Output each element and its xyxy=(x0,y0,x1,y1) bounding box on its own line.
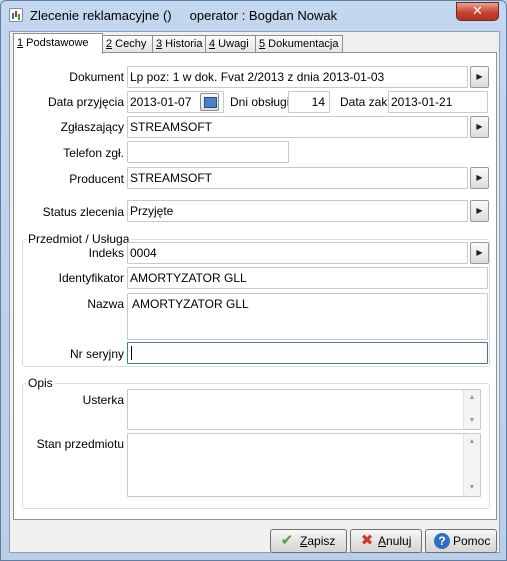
zapisz-rest: apisz xyxy=(307,534,336,548)
usterka-scrollbar[interactable]: ▲ ▼ xyxy=(463,390,480,429)
question-icon: ? xyxy=(434,533,450,549)
stan-przedmiotu-scrollbar[interactable]: ▲ ▼ xyxy=(463,434,480,496)
tab-cechy[interactable]: 2 Cechy xyxy=(102,35,153,53)
app-chart-icon xyxy=(9,8,23,22)
data-zak-label: Data zak. xyxy=(340,95,391,109)
arrow-right-icon: ▶ xyxy=(476,206,483,215)
tab-uwagi[interactable]: 4 Uwagi xyxy=(205,35,256,53)
indeks-label: Indeks xyxy=(88,246,124,260)
pomoc-button[interactable]: ? Pomoc xyxy=(425,529,497,553)
dni-obslugi-field[interactable]: 14 xyxy=(288,91,330,113)
x-icon: ✖ xyxy=(360,532,374,549)
arrow-right-icon: ▶ xyxy=(476,248,483,257)
zglaszajacy-lookup-button[interactable]: ▶ xyxy=(470,116,489,138)
tab-label: Podstawowe xyxy=(23,37,89,49)
producent-lookup-button[interactable]: ▶ xyxy=(470,167,489,189)
nazwa-text: AMORTYZATOR GLL xyxy=(132,297,249,311)
dialog-window: Zlecenie reklamacyjne () operator : Bogd… xyxy=(0,0,507,561)
arrow-right-icon: ▶ xyxy=(476,122,483,131)
usterka-label: Usterka xyxy=(82,393,124,407)
arrow-right-icon: ▶ xyxy=(476,72,483,81)
close-button[interactable]: ✕ xyxy=(456,2,499,21)
arrow-right-icon: ▶ xyxy=(476,173,483,182)
stan-przedmiotu-label: Stan przedmiotu xyxy=(36,437,124,451)
nr-seryjny-field[interactable] xyxy=(127,342,488,364)
identyfikator-field[interactable]: AMORTYZATOR GLL xyxy=(127,267,488,289)
anuluj-rest: nuluj xyxy=(386,534,412,548)
dokument-lookup-button[interactable]: ▶ xyxy=(470,66,489,88)
identyfikator-label: Identyfikator xyxy=(58,271,124,285)
anuluj-label: Anuluj xyxy=(378,530,411,552)
text-caret xyxy=(131,346,132,360)
indeks-field[interactable]: 0004 xyxy=(127,242,468,264)
nazwa-label: Nazwa xyxy=(87,297,124,311)
anuluj-mnemonic: A xyxy=(378,534,387,548)
status-lookup-button[interactable]: ▶ xyxy=(470,200,489,222)
telefon-label: Telefon zgł. xyxy=(63,146,124,160)
scroll-down-icon[interactable]: ▼ xyxy=(464,413,480,429)
tab-label: Historia xyxy=(162,38,203,50)
producent-field[interactable]: STREAMSOFT xyxy=(127,167,468,189)
dialog-client: 1 Podstawowe 2 Cechy 3 Historia 4 Uwagi … xyxy=(9,31,500,553)
zapisz-button[interactable]: ✔ Zapisz xyxy=(270,529,347,553)
indeks-lookup-button[interactable]: ▶ xyxy=(470,242,489,264)
anuluj-button[interactable]: ✖ Anuluj xyxy=(350,529,422,553)
data-przyjecia-label: Data przyjęcia xyxy=(47,95,124,109)
tab-label: Uwagi xyxy=(215,38,249,50)
tab-dokumentacja[interactable]: 5 Dokumentacja xyxy=(255,35,343,53)
usterka-textarea[interactable]: ▲ ▼ xyxy=(127,389,481,430)
tab-label: Dokumentacja xyxy=(265,38,339,50)
status-label: Status zlecenia xyxy=(42,205,124,219)
zglaszajacy-label: Zgłaszający xyxy=(60,120,124,134)
dni-obslugi-label: Dni obsługi xyxy=(230,95,290,109)
dokument-field[interactable]: Lp poz: 1 w dok. Fvat 2/2013 z dnia 2013… xyxy=(127,66,468,88)
przedmiot-group-title: Przedmiot / Usługa xyxy=(26,232,132,246)
stan-przedmiotu-textarea[interactable]: ▲ ▼ xyxy=(127,433,481,497)
telefon-field[interactable] xyxy=(127,141,289,163)
tab-label: Cechy xyxy=(112,38,147,50)
tab-podstawowe[interactable]: 1 Podstawowe xyxy=(13,33,103,54)
scroll-down-icon[interactable]: ▼ xyxy=(464,480,480,496)
producent-label: Producent xyxy=(69,172,124,186)
calendar-icon[interactable] xyxy=(200,93,219,111)
dokument-label: Dokument xyxy=(69,70,124,84)
tab-historia[interactable]: 3 Historia xyxy=(152,35,206,53)
title-bar[interactable]: Zlecenie reklamacyjne () operator : Bogd… xyxy=(1,1,506,31)
checkmark-icon: ✔ xyxy=(280,532,294,549)
pomoc-label: Pomoc xyxy=(453,534,491,548)
zapisz-label: Zapisz xyxy=(300,530,335,552)
tab-panel-podstawowe: Dokument Lp poz: 1 w dok. Fvat 2/2013 z … xyxy=(13,52,497,520)
window-title: Zlecenie reklamacyjne () operator : Bogd… xyxy=(30,8,338,23)
opis-group-title: Opis xyxy=(26,376,55,390)
nazwa-textarea[interactable]: AMORTYZATOR GLL xyxy=(127,293,488,340)
scroll-up-icon[interactable]: ▲ xyxy=(464,390,480,406)
data-zak-field[interactable]: 2013-01-21 xyxy=(388,91,488,113)
scroll-up-icon[interactable]: ▲ xyxy=(464,434,480,450)
status-field[interactable]: Przyjęte xyxy=(127,200,468,222)
nr-seryjny-label: Nr seryjny xyxy=(69,347,124,361)
zglaszajacy-field[interactable]: STREAMSOFT xyxy=(127,116,468,138)
